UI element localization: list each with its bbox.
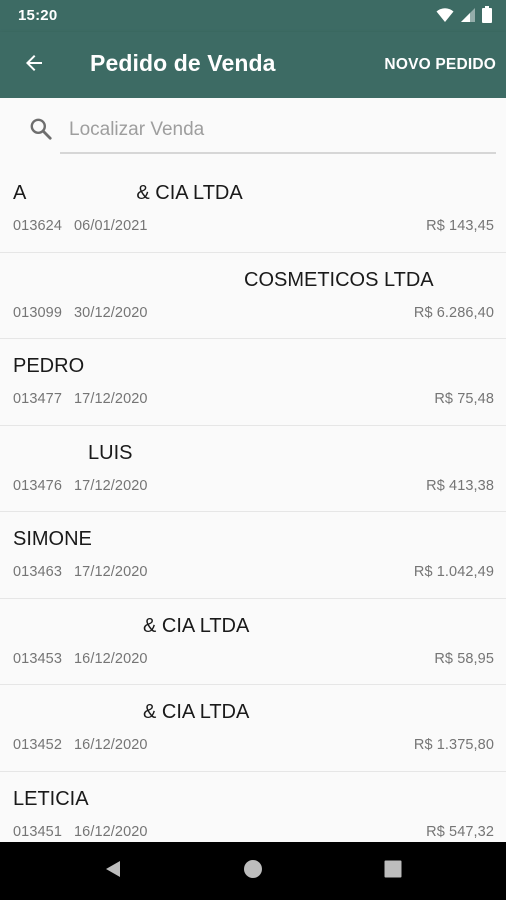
list-item[interactable]: COSMETICOS LTDA 013099 30/12/2020 R$ 6.2…	[0, 253, 506, 339]
screen: 15:20 Pedido de Venda NOVO PEDIDO Locali…	[0, 0, 506, 900]
order-code: 013477	[13, 391, 62, 407]
nav-home-button[interactable]	[238, 856, 268, 886]
page-title: Pedido de Venda	[90, 50, 276, 76]
client-name: & CIA LTDA	[143, 614, 250, 637]
list-item[interactable]: & CIA LTDA 013452 16/12/2020 R$ 1.375,80	[0, 685, 506, 772]
order-code: 013476	[13, 477, 62, 494]
client-name: LETICIA	[13, 787, 89, 810]
order-code: 013453	[13, 650, 62, 667]
search-input[interactable]	[60, 108, 496, 154]
order-code: 013452	[13, 737, 62, 753]
order-value: R$ 6.286,40	[413, 304, 494, 321]
client-name: A & CIA LTDA	[13, 182, 243, 204]
order-date: 17/12/2020	[74, 477, 148, 494]
app-bar: Pedido de Venda NOVO PEDIDO	[0, 32, 506, 98]
order-code: 013463	[13, 564, 62, 580]
order-date: 16/12/2020	[74, 650, 148, 667]
nav-recents-button[interactable]	[378, 856, 408, 886]
order-value: R$ 413,38	[426, 477, 494, 494]
wifi-icon	[436, 7, 454, 28]
list-item[interactable]: LUIS 013476 17/12/2020 R$ 413,38	[0, 426, 506, 512]
order-code: 013099	[13, 304, 62, 321]
order-date: 17/12/2020	[74, 391, 148, 407]
back-button[interactable]	[14, 45, 54, 85]
navigation-bar	[0, 842, 506, 900]
order-value: R$ 58,95	[434, 650, 494, 667]
order-date: 16/12/2020	[74, 737, 148, 753]
list-item[interactable]: A & CIA LTDA 013624 06/01/2021 R$ 143,45	[0, 166, 506, 253]
orders-list[interactable]: A & CIA LTDA 013624 06/01/2021 R$ 143,45…	[0, 166, 506, 858]
battery-icon	[482, 6, 492, 28]
list-item[interactable]: & CIA LTDA 013453 16/12/2020 R$ 58,95	[0, 599, 506, 685]
client-name: & CIA LTDA	[143, 701, 250, 723]
client-name: LUIS	[88, 441, 133, 464]
client-name: PEDRO	[13, 355, 85, 377]
arrow-left-icon	[22, 51, 46, 80]
list-item[interactable]: SIMONE 013463 17/12/2020 R$ 1.042,49	[0, 512, 506, 599]
client-name: COSMETICOS LTDA	[244, 268, 434, 291]
status-bar: 15:20	[0, 0, 506, 32]
order-value: R$ 1.042,49	[413, 564, 494, 580]
order-date: 30/12/2020	[74, 304, 148, 321]
order-date: 17/12/2020	[74, 564, 148, 580]
search-bar	[0, 98, 506, 170]
order-code: 013624	[13, 218, 62, 234]
recents-square-icon	[383, 859, 403, 884]
back-triangle-icon	[103, 859, 123, 884]
home-circle-icon	[243, 859, 263, 884]
new-order-button[interactable]: NOVO PEDIDO	[384, 56, 496, 74]
order-value: R$ 1.375,80	[413, 737, 494, 753]
order-value: R$ 143,45	[426, 218, 494, 234]
list-item[interactable]: PEDRO 013477 17/12/2020 R$ 75,48	[0, 339, 506, 426]
client-name: SIMONE	[13, 528, 92, 550]
order-value: R$ 547,32	[426, 823, 494, 840]
signal-icon	[460, 7, 476, 28]
nav-back-button[interactable]	[98, 856, 128, 886]
order-value: R$ 75,48	[434, 391, 494, 407]
order-code: 013451	[13, 823, 62, 840]
search-icon	[28, 116, 54, 142]
status-icons	[436, 6, 492, 28]
status-time: 15:20	[18, 7, 58, 24]
order-date: 06/01/2021	[74, 218, 148, 234]
order-date: 16/12/2020	[74, 823, 148, 840]
